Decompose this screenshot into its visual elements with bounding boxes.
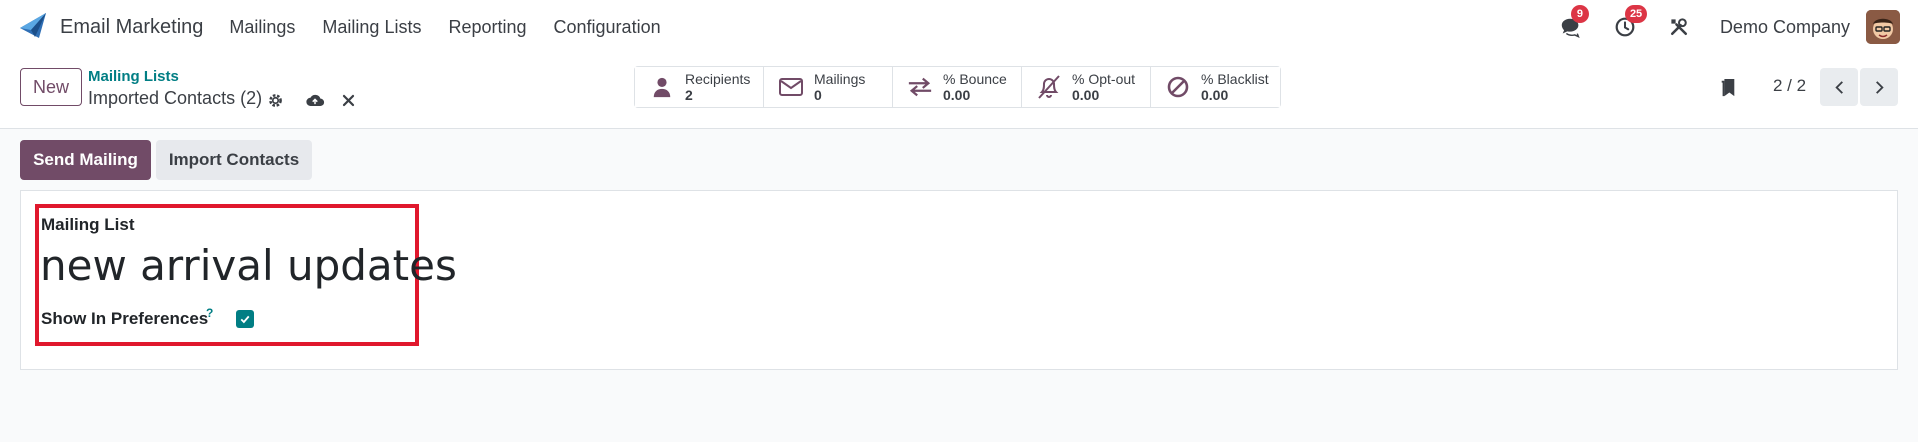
systray: 9 25 Demo Company [1558, 0, 1918, 54]
stat-label: Recipients [685, 71, 751, 87]
user-avatar[interactable] [1866, 10, 1900, 44]
chevron-right-icon [1875, 80, 1884, 94]
tools-icon [1670, 18, 1687, 36]
breadcrumb-mailing-lists[interactable]: Mailing Lists [88, 68, 179, 85]
activities-button[interactable]: 25 [1612, 5, 1648, 40]
chevron-left-icon [1834, 80, 1843, 94]
exchange-icon [907, 74, 933, 100]
menu-item-configuration[interactable]: Configuration [554, 17, 661, 38]
mailing-list-label: Mailing List [41, 215, 135, 234]
bookmark-icon[interactable] [1718, 78, 1738, 98]
smart-buttons: Recipients 2 Mailings 0 % Bounce 0.00 % … [634, 66, 1281, 108]
stat-value: 2 [685, 87, 693, 103]
record-actions-gear-icon[interactable] [265, 90, 285, 110]
email-marketing-logo-icon [18, 10, 48, 45]
pager-value[interactable]: 2 / 2 [1773, 76, 1806, 96]
menu-item-mailings[interactable]: Mailings [229, 17, 295, 38]
stat-label: Mailings [814, 71, 866, 87]
app-name: Email Marketing [60, 15, 204, 38]
control-panel: New Mailing Lists Imported Contacts (2) [0, 54, 1918, 129]
settings-tools-button[interactable] [1666, 14, 1692, 40]
main-menu: Mailings Mailing Lists Reporting Configu… [229, 17, 687, 38]
user-icon [649, 74, 675, 100]
pager-previous-button[interactable] [1820, 68, 1858, 106]
activities-count-badge: 25 [1624, 5, 1648, 23]
stat-label: % Opt-out [1072, 71, 1136, 87]
stat-value: 0 [814, 87, 822, 103]
show-in-preferences-label: Show In Preferences [41, 309, 209, 328]
envelope-icon [778, 74, 804, 100]
stat-label: % Bounce [943, 71, 1007, 87]
discard-close-icon[interactable] [338, 90, 358, 110]
app-brand[interactable]: Email Marketing [18, 10, 203, 45]
blacklist-smart-button[interactable]: % Blacklist 0.00 [1151, 67, 1280, 107]
save-cloud-icon[interactable] [305, 90, 325, 110]
recipients-smart-button[interactable]: Recipients 2 [635, 67, 764, 107]
bounce-smart-button[interactable]: % Bounce 0.00 [893, 67, 1022, 107]
mailings-smart-button[interactable]: Mailings 0 [764, 67, 893, 107]
optout-smart-button[interactable]: % Opt-out 0.00 [1022, 67, 1151, 107]
import-contacts-button[interactable]: Import Contacts [156, 140, 312, 180]
new-button[interactable]: New [20, 68, 82, 106]
check-icon [240, 315, 250, 324]
ban-icon [1165, 74, 1191, 100]
stat-value: 0.00 [943, 87, 971, 103]
help-tooltip-icon[interactable]: ? [206, 306, 213, 320]
menu-item-reporting[interactable]: Reporting [448, 17, 526, 38]
top-navbar: Email Marketing Mailings Mailing Lists R… [0, 0, 1918, 54]
messages-count-badge: 9 [1570, 5, 1589, 23]
stat-value: 0.00 [1072, 87, 1100, 103]
breadcrumb-current-record: Imported Contacts (2) [88, 88, 263, 108]
stat-label: % Blacklist [1201, 71, 1269, 87]
user-avatar-icon [1866, 10, 1900, 44]
bell-slash-icon [1036, 74, 1062, 100]
mailing-list-name-field[interactable]: new arrival updates [40, 241, 457, 290]
messages-button[interactable]: 9 [1558, 5, 1589, 40]
company-switcher[interactable]: Demo Company [1720, 17, 1850, 38]
stat-value: 0.00 [1201, 87, 1229, 103]
pager-next-button[interactable] [1860, 68, 1898, 106]
send-mailing-button[interactable]: Send Mailing [20, 140, 151, 180]
menu-item-mailing-lists[interactable]: Mailing Lists [322, 17, 421, 38]
show-in-preferences-checkbox[interactable] [236, 310, 254, 328]
